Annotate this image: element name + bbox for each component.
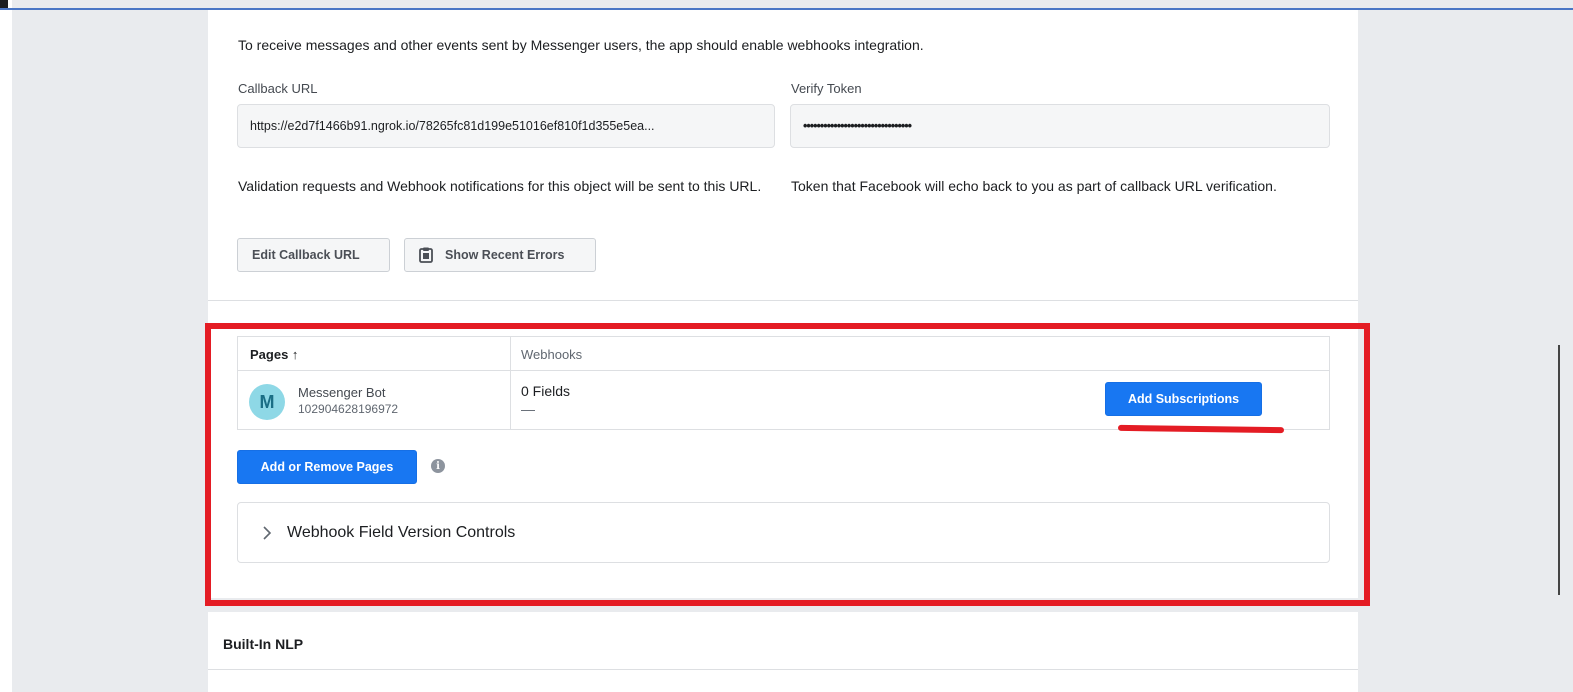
edit-callback-url-label: Edit Callback URL bbox=[252, 248, 360, 262]
callback-url-field[interactable]: https://e2d7f1466b91.ngrok.io/78265fc81d… bbox=[237, 104, 775, 148]
verify-token-field[interactable]: •••••••••••••••••••••••••••••••• bbox=[790, 104, 1330, 148]
callback-url-help: Validation requests and Webhook notifica… bbox=[238, 178, 762, 194]
section-divider bbox=[208, 300, 1358, 301]
nlp-divider bbox=[208, 669, 1358, 670]
webhooks-intro-text: To receive messages and other events sen… bbox=[238, 37, 924, 53]
verify-token-label: Verify Token bbox=[791, 81, 862, 96]
verify-token-help: Token that Facebook will echo back to yo… bbox=[791, 178, 1277, 194]
builtin-nlp-panel: Built-In NLP bbox=[208, 612, 1358, 692]
edit-callback-url-button[interactable]: Edit Callback URL bbox=[237, 238, 390, 272]
builtin-nlp-title: Built-In NLP bbox=[223, 636, 304, 652]
scrollbar-edge[interactable] bbox=[1558, 345, 1560, 595]
top-corner-mark bbox=[0, 0, 8, 8]
left-edge-strip bbox=[0, 0, 12, 692]
callback-url-label: Callback URL bbox=[238, 81, 318, 96]
clipboard-icon bbox=[419, 247, 433, 263]
show-recent-errors-button[interactable]: Show Recent Errors bbox=[404, 238, 596, 272]
show-recent-errors-label: Show Recent Errors bbox=[445, 248, 565, 262]
annotation-highlight-box bbox=[205, 323, 1370, 606]
